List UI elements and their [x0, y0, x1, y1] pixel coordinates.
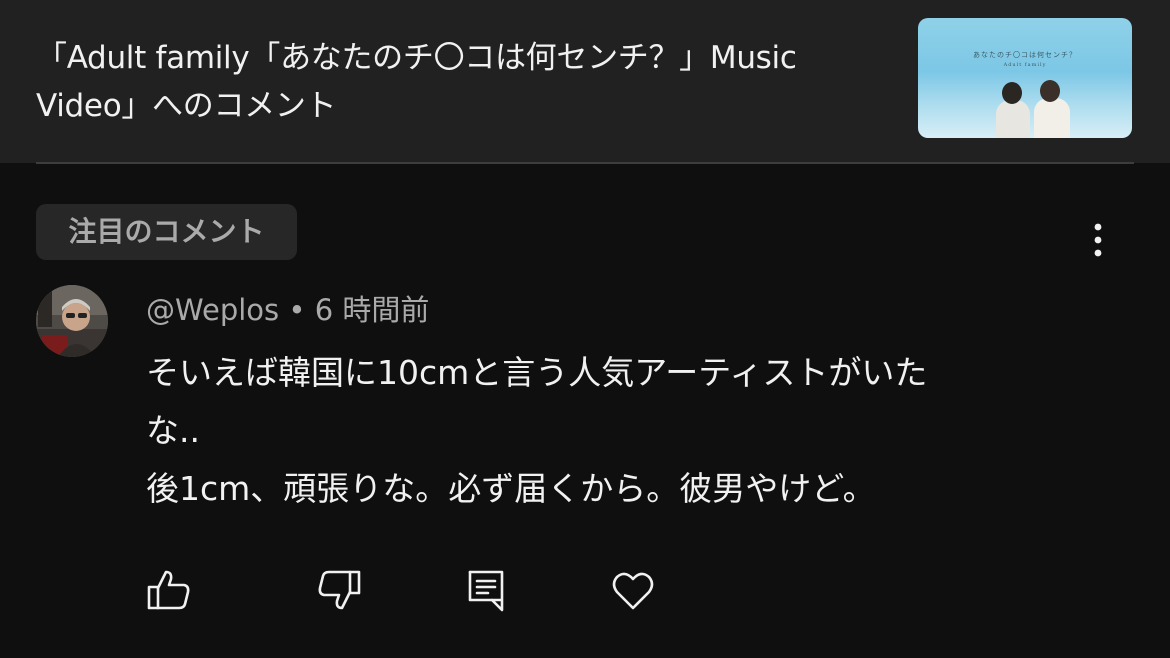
featured-comment-chip[interactable]: 注目のコメント [36, 204, 297, 260]
comment-text: そいえば韓国に10cmと言う人気アーティストがいた な.. 後1cm、頑張りな。… [146, 344, 1096, 518]
comment-meta: @Weplos • 6 時間前 [146, 290, 429, 330]
thumbnail-subcaption: Adult family [1003, 62, 1047, 68]
dislike-icon [314, 566, 362, 614]
comment-author[interactable]: @Weplos [146, 293, 279, 327]
like-icon [146, 566, 194, 614]
more-options-icon[interactable] [1078, 222, 1118, 262]
comment-line: 後1cm、頑張りな。必ず届くから。彼男やけど。 [146, 469, 876, 508]
chip-label: 注目のコメント [68, 215, 265, 248]
video-title: 「Adult family「あなたのチ〇コは何センチ？」Music Video」… [36, 40, 807, 124]
comment-line: な.. [146, 411, 200, 450]
comment-line: そいえば韓国に10cmと言う人気アーティストがいた [146, 353, 928, 392]
meta-separator: • [279, 293, 315, 327]
thumbnail-person-right-head [1040, 80, 1060, 102]
like-button[interactable] [146, 566, 194, 614]
reply-icon [462, 566, 510, 614]
reply-button[interactable] [462, 566, 510, 614]
comment-time: 6 時間前 [314, 293, 430, 327]
thumbnail-caption: あなたのチ〇コは何センチ？ [973, 51, 1077, 59]
video-thumbnail[interactable]: あなたのチ〇コは何センチ？ Adult family [918, 18, 1132, 138]
avatar[interactable] [36, 285, 108, 357]
heart-icon [609, 566, 657, 614]
video-header: 「Adult family「あなたのチ〇コは何センチ？」Music Video」… [0, 0, 1170, 163]
header-divider [36, 162, 1134, 164]
thumbnail-person-left [996, 100, 1030, 138]
thumbnail-person-left-head [1002, 82, 1022, 104]
thumbnail-person-right [1034, 98, 1070, 138]
dislike-button[interactable] [314, 566, 362, 614]
heart-button[interactable] [609, 566, 657, 614]
